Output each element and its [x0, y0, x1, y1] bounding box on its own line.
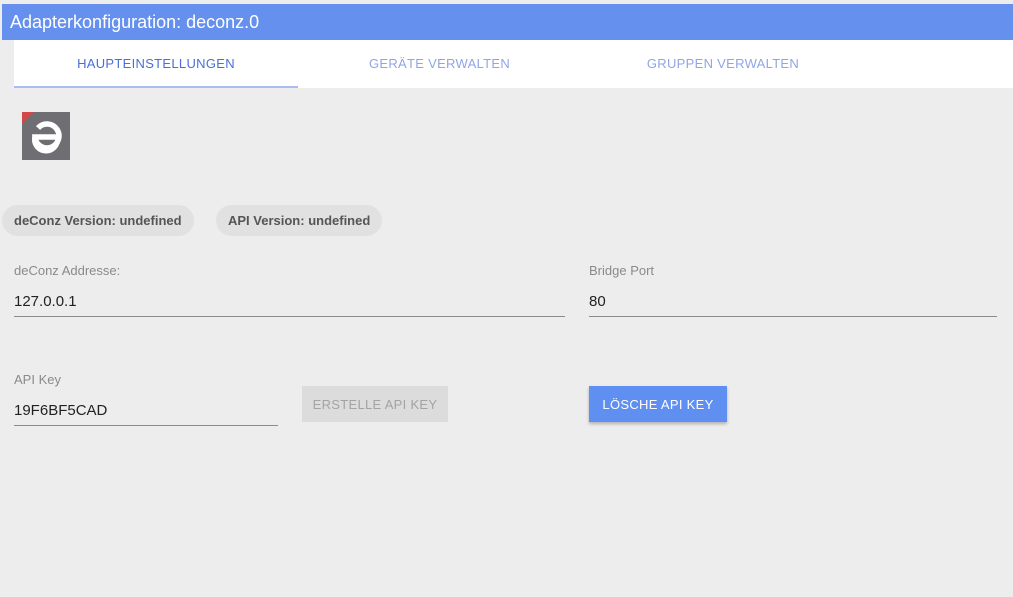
logo-corner-accent: [22, 112, 34, 124]
port-label: Bridge Port: [589, 263, 655, 278]
deconz-version-chip: deConz Version: undefined: [2, 205, 194, 236]
address-label: deConz Addresse:: [14, 263, 121, 278]
api-key-label: API Key: [14, 372, 61, 387]
window-title: Adapterkonfiguration: deconz.0: [2, 4, 1013, 40]
deconz-logo-icon: [22, 112, 70, 160]
address-input[interactable]: [14, 287, 565, 317]
delete-api-key-button[interactable]: LÖSCHE API KEY: [589, 386, 727, 422]
tab-bar: HAUPTEINSTELLUNGEN GERÄTE VERWALTEN GRUP…: [14, 40, 1013, 88]
active-tab-indicator: [14, 86, 298, 88]
port-input[interactable]: [589, 287, 997, 317]
create-api-key-button[interactable]: ERSTELLE API KEY: [302, 386, 448, 422]
tab-gruppen-verwalten[interactable]: GRUPPEN VERWALTEN: [581, 40, 865, 88]
tab-haupteinstellungen[interactable]: HAUPTEINSTELLUNGEN: [14, 40, 298, 88]
api-key-input[interactable]: [14, 396, 278, 426]
api-version-chip: API Version: undefined: [216, 205, 383, 236]
tab-geraete-verwalten[interactable]: GERÄTE VERWALTEN: [298, 40, 581, 88]
